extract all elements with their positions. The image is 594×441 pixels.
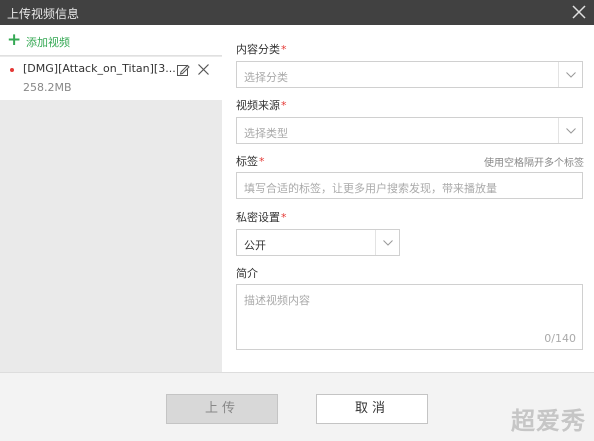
watermark-logo: 超爱秀 — [511, 407, 586, 435]
add-video-button[interactable]: + 添加视频 — [0, 25, 222, 56]
upload-button[interactable]: 上传 — [166, 394, 278, 424]
status-dot — [10, 68, 14, 72]
tags-input[interactable]: 填写合适的标签，让更多用户搜索发现，带来播放量 — [236, 172, 583, 199]
add-video-label: 添加视频 — [26, 36, 70, 49]
source-label: 视频来源* — [236, 99, 287, 112]
chevron-down-icon[interactable] — [558, 62, 582, 87]
category-label: 内容分类* — [236, 43, 287, 56]
list-item[interactable]: [DMG][Attack_on_Titan][3... 258.2MB — [0, 57, 222, 100]
intro-textarea[interactable]: 描述视频内容 0/140 — [236, 284, 583, 350]
category-placeholder: 选择分类 — [244, 71, 288, 84]
remove-icon[interactable] — [197, 63, 210, 76]
intro-placeholder: 描述视频内容 — [244, 294, 310, 307]
chevron-down-icon[interactable] — [375, 230, 399, 255]
file-size: 258.2MB — [23, 81, 72, 94]
source-placeholder: 选择类型 — [244, 127, 288, 140]
privacy-select[interactable]: 公开 — [236, 229, 400, 256]
privacy-value: 公开 — [244, 239, 266, 252]
tags-label: 标签* — [236, 155, 265, 168]
close-icon[interactable] — [570, 3, 588, 21]
cancel-button[interactable]: 取消 — [316, 394, 428, 424]
edit-icon[interactable] — [176, 63, 190, 77]
tags-placeholder: 填写合适的标签，让更多用户搜索发现，带来播放量 — [244, 182, 497, 195]
file-name: [DMG][Attack_on_Titan][3... — [23, 62, 175, 75]
window-title: 上传视频信息 — [7, 7, 80, 21]
dialog-footer: 上传 取消 超爱秀 — [0, 372, 594, 441]
chevron-down-icon[interactable] — [558, 118, 582, 143]
source-select[interactable]: 选择类型 — [236, 117, 583, 144]
tags-hint: 使用空格隔开多个标签 — [484, 158, 584, 169]
category-select[interactable]: 选择分类 — [236, 61, 583, 88]
intro-label: 简介 — [236, 267, 258, 280]
plus-icon: + — [7, 30, 22, 50]
video-list-panel: + 添加视频 [DMG][Attack_on_Titan][3... 258.2… — [0, 25, 222, 372]
privacy-label: 私密设置* — [236, 211, 287, 224]
char-counter: 0/140 — [544, 332, 576, 345]
title-bar: 上传视频信息 — [0, 0, 594, 25]
